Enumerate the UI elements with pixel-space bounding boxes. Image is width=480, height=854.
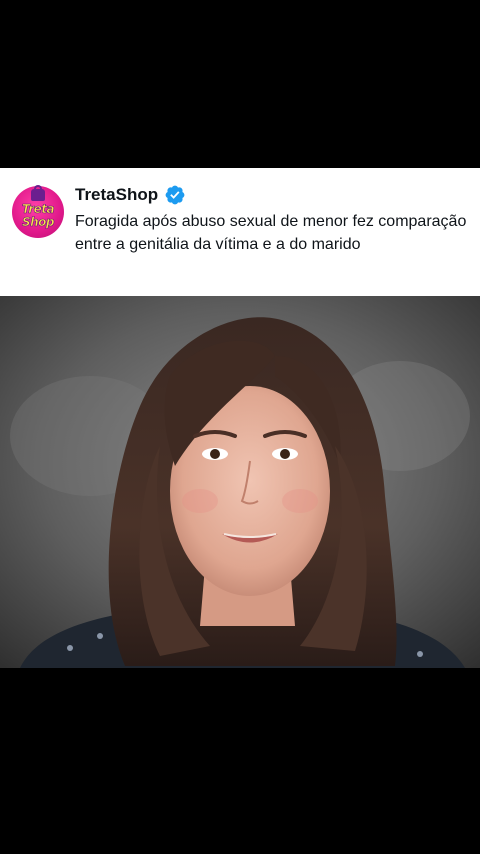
video-frame: Treta Shop TretaShop Foragida após abuso… <box>0 0 480 854</box>
avatar-logo-text-line-2: Shop <box>21 215 55 230</box>
post-text: Foragida após abuso sexual de menor fez … <box>75 213 467 253</box>
verified-badge-icon <box>164 184 186 206</box>
post-photo[interactable] <box>0 296 480 668</box>
post-card: Treta Shop TretaShop Foragida após abuso… <box>0 168 480 296</box>
portrait-photo <box>0 296 480 668</box>
author-name: TretaShop <box>75 185 159 204</box>
avatar-logo-text-line-1: Treta <box>21 202 55 217</box>
shopping-bag-icon <box>31 185 45 201</box>
author-row: TretaShop <box>75 182 186 208</box>
avatar: Treta Shop <box>10 184 66 240</box>
